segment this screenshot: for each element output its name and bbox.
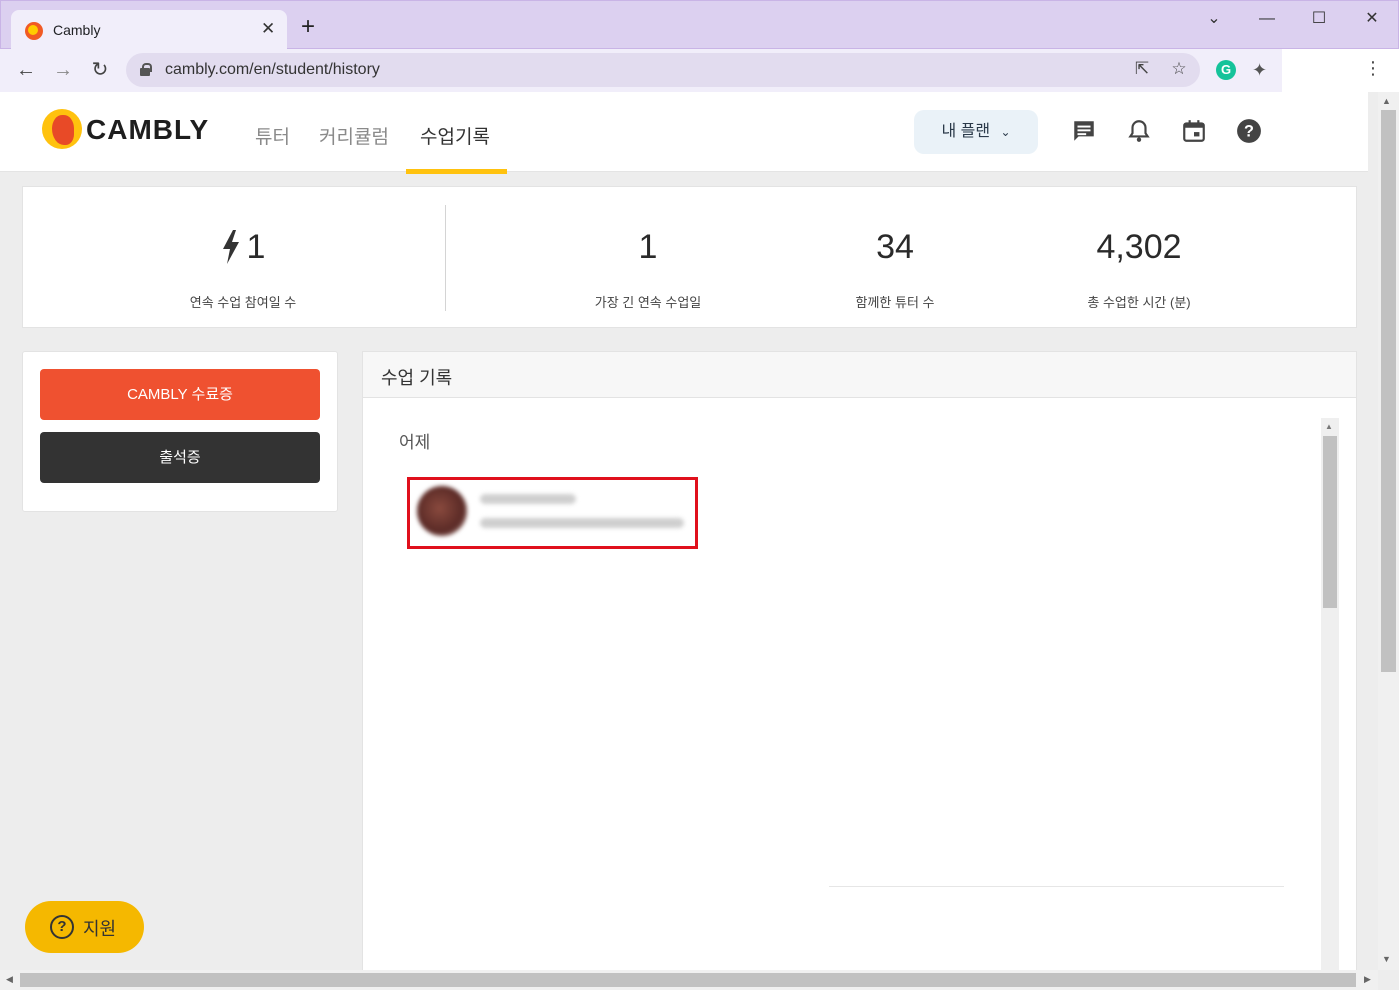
support-label: 지원 <box>83 919 117 939</box>
nav-history[interactable]: 수업기록 <box>420 122 490 149</box>
browser-tab[interactable]: Cambly ✕ <box>11 10 287 50</box>
forward-icon[interactable]: → <box>51 58 75 82</box>
tab-close-icon[interactable]: ✕ <box>261 19 275 39</box>
extensions-icon[interactable]: ✦ <box>1252 59 1267 81</box>
site-header: CAMBLY 튜터 커리큘럼 수업기록 내 플랜 ⌄ ? <box>0 92 1368 174</box>
browser-toolbar: ← → ↻ cambly.com/en/student/history ⇱ ☆ … <box>0 49 1282 92</box>
back-icon[interactable]: ← <box>14 58 38 82</box>
my-plan-button[interactable]: 내 플랜 ⌄ <box>914 110 1038 154</box>
address-bar[interactable]: cambly.com/en/student/history ⇱ ☆ <box>126 53 1200 87</box>
minimize-button[interactable]: — <box>1247 8 1287 30</box>
stat-value: 1 <box>246 228 266 266</box>
scroll-up-icon[interactable]: ▲ <box>1325 422 1333 431</box>
reload-icon[interactable]: ↻ <box>88 58 112 82</box>
help-circle-icon: ? <box>50 915 74 939</box>
svg-text:?: ? <box>1244 122 1254 140</box>
stat-value: 1 <box>638 228 658 266</box>
page-scroll-thumb[interactable] <box>1381 110 1396 672</box>
horizontal-scroll-thumb[interactable] <box>20 973 1356 987</box>
lesson-history-panel: 수업 기록 어제 ▲ <box>362 351 1357 972</box>
logo-text[interactable]: CAMBLY <box>86 114 209 146</box>
cambly-favicon-icon <box>25 22 43 40</box>
stat-label: 함께한 튜터 수 <box>855 295 935 310</box>
close-window-button[interactable]: ✕ <box>1352 8 1392 30</box>
certificate-button[interactable]: CAMBLY 수료증 <box>40 369 320 420</box>
browser-tab-bar: Cambly ✕ + ⌄ — ☐ ✕ <box>0 0 1399 50</box>
lesson-entry[interactable] <box>407 477 698 549</box>
stat-divider <box>445 205 446 311</box>
stat-tutors-count: 34 함께한 튜터 수 <box>775 227 1015 311</box>
stat-longest-streak: 1 가장 긴 연속 수업일 <box>528 227 768 311</box>
calendar-icon[interactable] <box>1181 118 1207 144</box>
tutor-avatar <box>417 486 467 536</box>
page-horizontal-scrollbar[interactable]: ◀ ▶ <box>0 970 1378 990</box>
new-tab-icon[interactable]: + <box>301 15 315 39</box>
stat-current-streak: 1 연속 수업 참여일 수 <box>123 227 363 311</box>
stat-value: 34 <box>876 228 914 266</box>
page-vertical-scrollbar[interactable]: ▲ ▼ <box>1378 92 1399 970</box>
cambly-logo-icon[interactable] <box>42 109 82 149</box>
bolt-icon <box>222 230 239 264</box>
share-icon[interactable]: ⇱ <box>1131 59 1153 79</box>
scroll-left-icon[interactable]: ◀ <box>6 974 13 985</box>
blurred-tutor-name <box>480 494 576 504</box>
blurred-lesson-time <box>480 518 684 528</box>
star-icon[interactable]: ☆ <box>1168 59 1190 79</box>
divider <box>829 886 1284 887</box>
stat-label: 연속 수업 참여일 수 <box>189 295 297 310</box>
history-scroll-thumb[interactable] <box>1323 436 1337 608</box>
history-header: 수업 기록 <box>363 352 1356 398</box>
tab-search-icon[interactable]: ⌄ <box>1194 8 1234 30</box>
lock-icon[interactable] <box>140 63 152 76</box>
stat-label: 가장 긴 연속 수업일 <box>594 295 702 310</box>
scroll-right-icon[interactable]: ▶ <box>1364 974 1371 985</box>
history-scrollbar[interactable]: ▲ <box>1321 418 1339 972</box>
stat-total-minutes: 4,302 총 수업한 시간 (분) <box>1019 227 1259 311</box>
messages-icon[interactable] <box>1071 118 1097 144</box>
toolbar-right-area: ⋮ <box>1282 49 1399 92</box>
stats-card: 1 연속 수업 참여일 수 1 가장 긴 연속 수업일 34 함께한 튜터 수 … <box>22 186 1357 328</box>
tab-title: Cambly <box>53 22 101 38</box>
chevron-down-icon: ⌄ <box>1000 125 1011 139</box>
bell-icon[interactable] <box>1126 118 1152 144</box>
scroll-up-icon[interactable]: ▲ <box>1382 96 1391 106</box>
my-plan-label: 내 플랜 <box>941 123 991 140</box>
nav-tutors[interactable]: 튜터 <box>255 122 290 149</box>
history-title: 수업 기록 <box>381 368 453 388</box>
day-label: 어제 <box>399 433 431 452</box>
certificates-card: CAMBLY 수료증 출석증 <box>22 351 338 512</box>
scroll-down-icon[interactable]: ▼ <box>1382 954 1391 964</box>
url-text[interactable]: cambly.com/en/student/history <box>165 61 380 79</box>
stat-label: 총 수업한 시간 (분) <box>1087 295 1191 310</box>
stat-value: 4,302 <box>1096 228 1182 266</box>
menu-icon[interactable]: ⋮ <box>1364 58 1382 79</box>
help-icon[interactable]: ? <box>1236 118 1262 144</box>
nav-curriculum[interactable]: 커리큘럼 <box>319 122 389 149</box>
grammarly-icon[interactable]: G <box>1216 60 1236 80</box>
attendance-button[interactable]: 출석증 <box>40 432 320 483</box>
active-nav-indicator <box>406 169 507 174</box>
support-button[interactable]: ? 지원 <box>25 901 144 953</box>
maximize-button[interactable]: ☐ <box>1299 8 1339 30</box>
